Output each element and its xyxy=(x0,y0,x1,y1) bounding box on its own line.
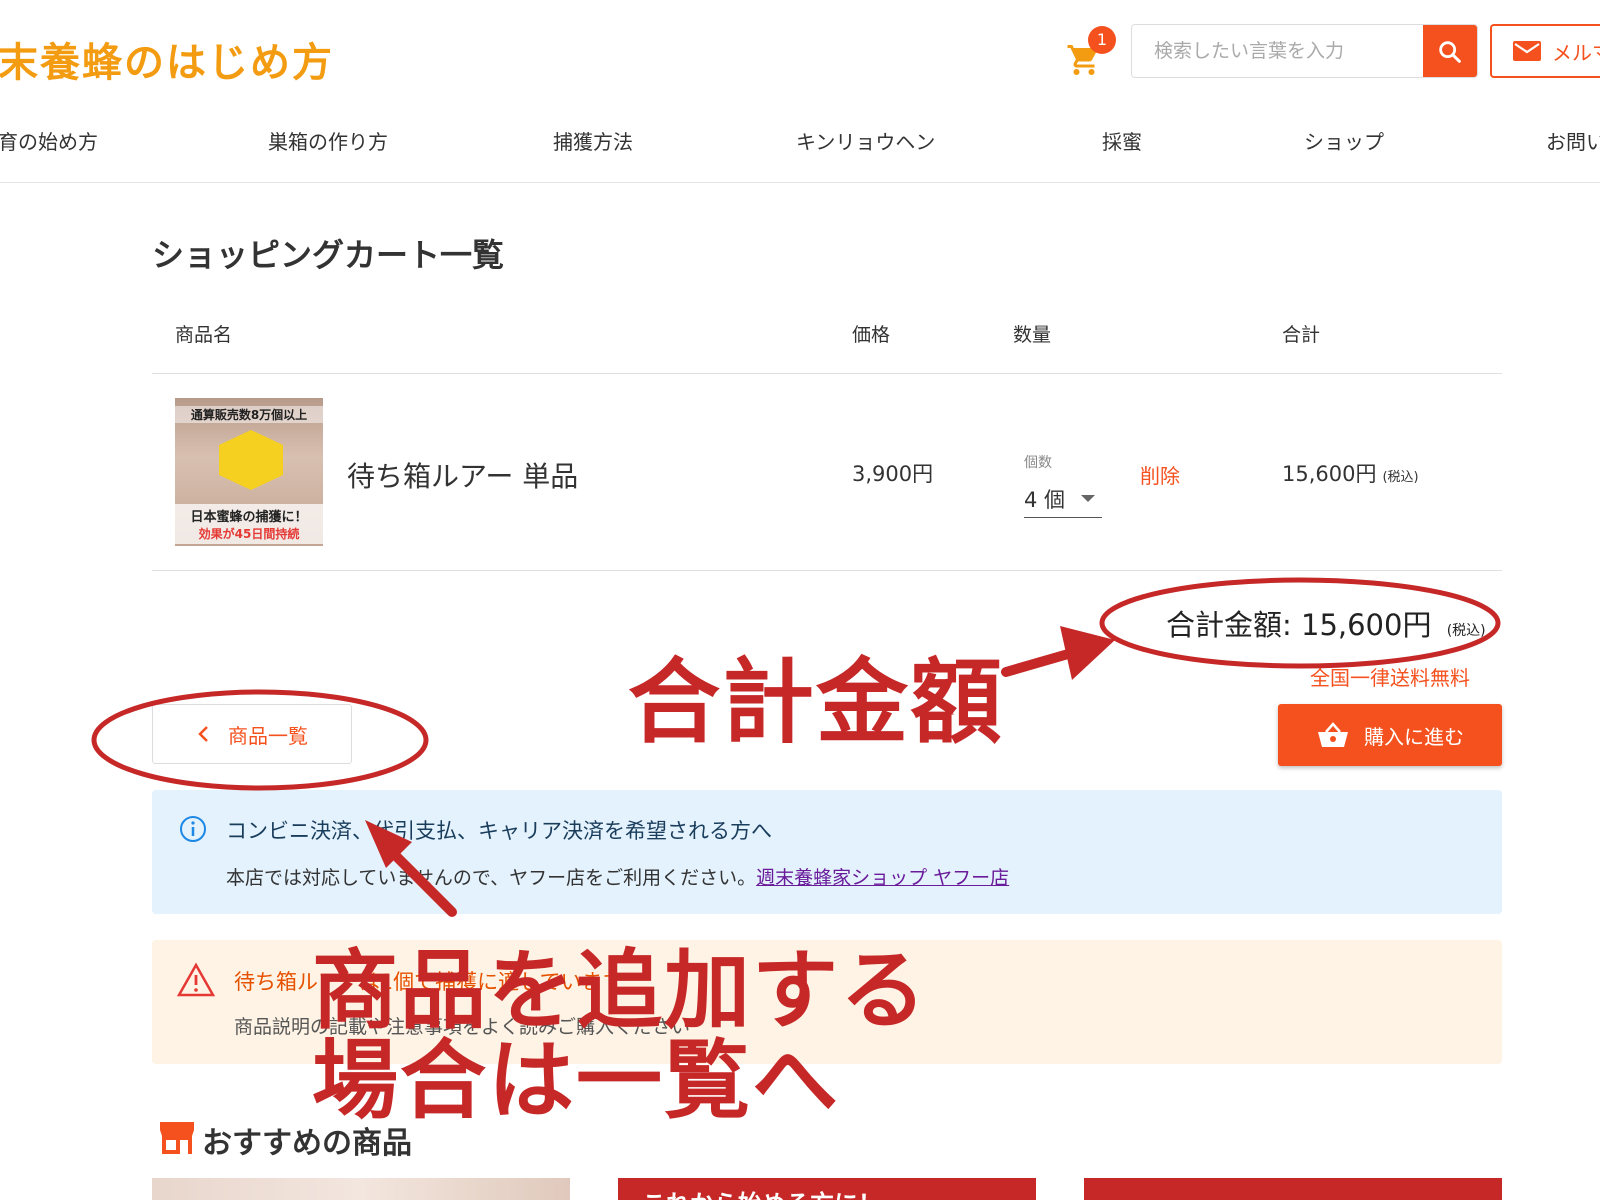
store-icon xyxy=(160,1122,194,1154)
search-input[interactable] xyxy=(1132,25,1423,77)
warning-icon xyxy=(176,962,216,997)
table-divider xyxy=(152,373,1502,374)
page-title: ショッピングカート一覧 xyxy=(152,236,505,274)
annotation-add-line2: 場合は一覧へ xyxy=(312,1031,840,1131)
product-image[interactable]: 通算販売数8万個以上 日本蜜蜂の捕獲に！ 効果が45日間持続 xyxy=(175,398,323,546)
lure-puck-shape xyxy=(219,430,283,490)
cart-count-badge: 1 xyxy=(1088,26,1116,54)
search-icon xyxy=(1439,41,1461,63)
nav-item-shop[interactable]: ショップ xyxy=(1304,126,1384,155)
delete-link[interactable]: 削除 xyxy=(1140,460,1180,489)
basket-icon xyxy=(1318,722,1348,747)
grand-total-tax: (税込) xyxy=(1446,623,1486,639)
mail-icon xyxy=(1513,41,1541,61)
recommend-card-2[interactable]: これから始める方に！ xyxy=(618,1178,1036,1200)
yahoo-shop-link[interactable]: 週末養蜂家ショップ ヤフー店 xyxy=(756,867,1009,889)
chevron-left-icon xyxy=(198,726,208,742)
mail-magazine-button[interactable]: メルマ xyxy=(1490,24,1600,78)
annotation-total-label: 合計金額 xyxy=(628,649,1005,756)
line-total: 15,600円 (税込) xyxy=(1282,458,1419,488)
mail-button-label: メルマ xyxy=(1552,40,1600,65)
line-total-tax: (税込) xyxy=(1382,470,1419,485)
line-total-value: 15,600円 xyxy=(1282,462,1377,486)
grand-total: 合計金額: 15,600円 (税込) xyxy=(1166,602,1486,644)
nav-item-hive[interactable]: 巣箱の作り方 xyxy=(268,126,388,155)
annotation-arrow-total-shaft xyxy=(1001,645,1087,677)
product-name[interactable]: 待ち箱ルアー 単品 xyxy=(347,455,578,495)
payment-info-text: 本店では対応していませんので、ヤフー店をご利用ください。 xyxy=(226,867,757,889)
grand-total-value: 合計金額: 15,600円 xyxy=(1166,608,1432,642)
quantity-select[interactable]: 4 個 xyxy=(1024,480,1102,518)
payment-info-body: 本店では対応していませんので、ヤフー店をご利用ください。週末養蜂家ショップ ヤフ… xyxy=(226,863,1009,890)
recommend-card-2-text: これから始める方に！ xyxy=(642,1184,882,1200)
payment-info-box: コンビニ決済、代引支払、キャリア決済を希望される方へ 本店では対応していませんの… xyxy=(152,790,1502,914)
qty-label: 個数 xyxy=(1024,455,1052,471)
table-divider-bottom xyxy=(152,570,1502,571)
nav-item-orchid[interactable]: キンリョウヘン xyxy=(796,126,935,155)
checkout-button[interactable]: 購入に進む xyxy=(1278,704,1502,766)
product-image-caption: 日本蜜蜂の捕獲に！ 効果が45日間持続 xyxy=(175,504,323,544)
product-image-caption-1: 日本蜜蜂の捕獲に！ xyxy=(190,510,308,525)
col-header-price: 価格 xyxy=(852,324,891,346)
payment-info-title: コンビニ決済、代引支払、キャリア決済を希望される方へ xyxy=(226,819,772,843)
site-logo[interactable]: 末養蜂のはじめ方 xyxy=(0,30,334,88)
info-icon xyxy=(180,816,206,842)
recommend-card-3[interactable] xyxy=(1084,1178,1502,1200)
col-header-total: 合計 xyxy=(1282,324,1321,346)
global-nav: 育の始め方 巣箱の作り方 捕獲方法 キンリョウヘン 採蜜 ショップ お問い xyxy=(0,120,1600,182)
recommend-card-1[interactable] xyxy=(152,1178,570,1200)
chevron-down-icon xyxy=(1081,495,1096,502)
annotation-arrow-total-head xyxy=(1060,626,1115,680)
nav-item-capture[interactable]: 捕獲方法 xyxy=(553,126,633,155)
product-price: 3,900円 xyxy=(852,462,934,486)
col-header-name: 商品名 xyxy=(175,324,233,346)
nav-divider xyxy=(0,182,1600,183)
nav-item-harvest[interactable]: 採蜜 xyxy=(1102,126,1142,155)
product-list-button[interactable]: 商品一覧 xyxy=(152,704,352,764)
search-bar xyxy=(1131,24,1478,78)
product-image-caption-2: 効果が45日間持続 xyxy=(198,527,300,541)
col-header-qty: 数量 xyxy=(1013,324,1052,346)
shipping-note: 全国一律送料無料 xyxy=(1310,666,1470,690)
nav-item-start[interactable]: 育の始め方 xyxy=(0,126,98,155)
search-button[interactable] xyxy=(1423,25,1477,77)
product-list-button-label: 商品一覧 xyxy=(228,723,308,748)
checkout-button-label: 購入に進む xyxy=(1364,724,1464,749)
product-image-banner: 通算販売数8万個以上 xyxy=(175,406,323,423)
quantity-value: 4 個 xyxy=(1024,487,1066,512)
nav-item-contact[interactable]: お問い xyxy=(1546,126,1600,155)
